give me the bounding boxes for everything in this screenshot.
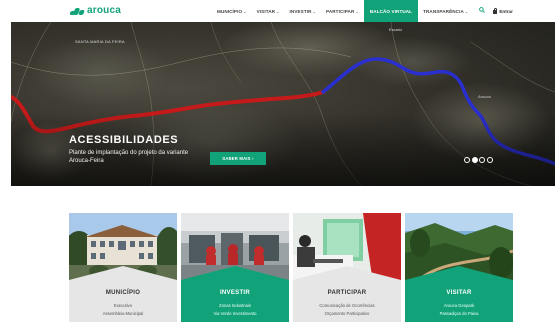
search-button[interactable] (473, 7, 491, 15)
feature-cards: MUNICÍPIO Executivo Assembleia Municipal… (69, 213, 513, 322)
card-title: PARTICIPAR (327, 290, 367, 296)
logo-mark-icon (69, 7, 85, 15)
nav-item-label: VISITAR (256, 8, 276, 14)
card-title: VISITAR (446, 290, 472, 296)
site-logo[interactable]: arouca (69, 5, 121, 16)
card-link[interactable]: Zonas Industriais (181, 303, 289, 308)
lock-icon (493, 7, 498, 14)
chevron-down-icon: ⌄ (276, 8, 280, 14)
card-visitar[interactable]: VISITAR Arouca Geopark Passadiços do Pai… (405, 213, 513, 322)
chevron-down-icon: ⌄ (243, 8, 247, 14)
slider-dot-active[interactable] (471, 157, 478, 163)
nav-item-municipio[interactable]: MUNICÍPIO ⌄ (212, 0, 252, 22)
map-label-location: SANTA MARIA DA FEIRA (75, 39, 125, 44)
card-body: PARTICIPAR Comunicação de Ocorrências Or… (293, 266, 401, 322)
map-label-upper: Escariz (389, 27, 403, 32)
card-title: MUNICÍPIO (105, 290, 141, 296)
login-label: Entrar (499, 8, 513, 14)
card-link[interactable]: Arouca Geopark (405, 303, 513, 308)
main-nav: MUNICÍPIO ⌄ VISITAR ⌄ INVESTIR ⌄ PARTICIPAR… (212, 0, 513, 22)
nav-item-label: PARTICIPAR (326, 8, 355, 14)
card-link[interactable]: Passadiços do Paiva (405, 311, 513, 316)
search-icon (479, 7, 486, 13)
nav-item-participar[interactable]: PARTICIPAR ⌄ (321, 0, 364, 22)
map-label-right: Arouca (478, 94, 491, 99)
card-link[interactable]: Executivo (69, 303, 177, 308)
login-link[interactable]: Entrar (491, 7, 513, 14)
card-link[interactable]: Orçamento Participativo (293, 311, 401, 316)
card-municipio[interactable]: MUNICÍPIO Executivo Assembleia Municipal (69, 213, 177, 322)
nav-item-transparencia[interactable]: TRANSPARÊNCIA ⌄ (418, 0, 473, 22)
card-participar[interactable]: PARTICIPAR Comunicação de Ocorrências Or… (293, 213, 401, 322)
card-link[interactable]: Assembleia Municipal (69, 311, 177, 316)
nav-item-label: MUNICÍPIO (217, 8, 243, 14)
nav-item-balcao-virtual[interactable]: BALCÃO VIRTUAL (363, 0, 419, 22)
saber-mais-button[interactable]: SABER MAIS › (210, 152, 266, 165)
card-investir[interactable]: INVESTIR Zonas Industriais Via Verde Inv… (181, 213, 289, 322)
card-body: MUNICÍPIO Executivo Assembleia Municipal (69, 266, 177, 322)
card-link[interactable]: Via Verde Investimento (181, 311, 289, 316)
nav-item-visitar[interactable]: VISITAR ⌄ (252, 0, 285, 22)
nav-item-investir[interactable]: INVESTIR ⌄ (285, 0, 321, 22)
slider-dot[interactable] (464, 157, 470, 163)
card-body: INVESTIR Zonas Industriais Via Verde Inv… (181, 266, 289, 322)
card-link[interactable]: Comunicação de Ocorrências (293, 303, 401, 308)
nav-item-label: INVESTIR (289, 8, 312, 14)
slider-dot[interactable] (479, 157, 485, 163)
hero-subtitle: Plante de implantação do projeto da vari… (69, 150, 189, 164)
hero-slider: SANTA MARIA DA FEIRA Escariz Arouca ACES… (11, 22, 555, 186)
saber-mais-label: SABER MAIS (222, 156, 251, 161)
site-header: arouca MUNICÍPIO ⌄ VISITAR ⌄ INVESTIR ⌄ PAR… (0, 0, 555, 22)
hero-title: ACESSIBILIDADES (69, 134, 179, 146)
logo-text: arouca (87, 5, 121, 16)
chevron-down-icon: ⌄ (355, 8, 359, 14)
chevron-down-icon: ⌄ (312, 8, 316, 14)
nav-item-label: TRANSPARÊNCIA (423, 8, 464, 14)
chevron-right-icon: › (252, 156, 254, 161)
slider-dot[interactable] (486, 157, 493, 163)
card-title: INVESTIR (219, 290, 251, 296)
slider-dots (464, 157, 493, 163)
nav-item-label: BALCÃO VIRTUAL (369, 8, 413, 14)
chevron-down-icon: ⌄ (464, 8, 469, 14)
card-body: VISITAR Arouca Geopark Passadiços do Pai… (405, 266, 513, 322)
